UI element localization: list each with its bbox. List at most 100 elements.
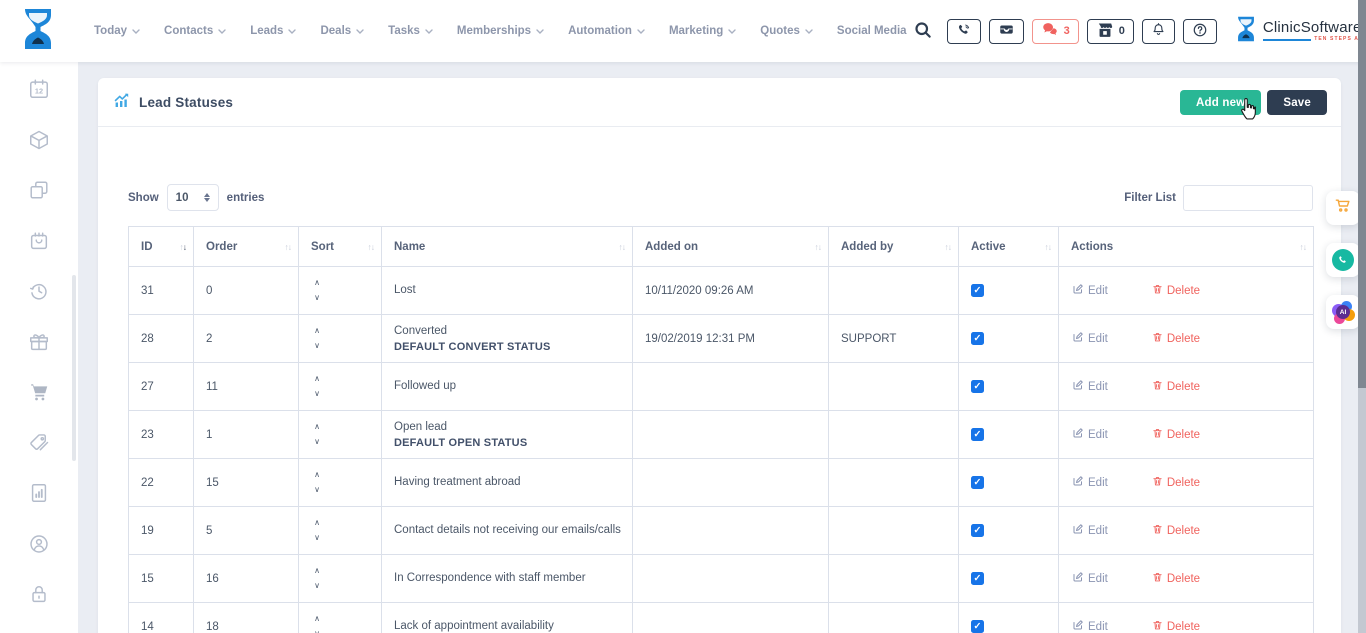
package-icon[interactable] [28, 129, 50, 151]
app-logo[interactable] [20, 8, 56, 54]
column-header[interactable]: Name ↑↓ [382, 227, 633, 267]
window-scrollbar[interactable] [1358, 0, 1366, 633]
column-header[interactable]: ID ↑↓ [129, 227, 194, 267]
cell-added-by [829, 267, 959, 315]
window-scrollbar-thumb[interactable] [1358, 0, 1366, 388]
column-header[interactable]: Sort ↑↓ [299, 227, 382, 267]
add-new-button[interactable]: Add new [1180, 90, 1261, 115]
move-up-button[interactable]: ∧ [311, 423, 323, 431]
floating-phone-button[interactable] [1326, 243, 1360, 277]
move-up-button[interactable]: ∧ [311, 519, 323, 527]
floating-ai-assistant-button[interactable]: AI [1326, 295, 1360, 329]
active-checkbox[interactable] [971, 572, 984, 585]
column-header[interactable]: Actions ↑↓ [1059, 227, 1314, 267]
delete-button[interactable]: Delete [1152, 427, 1200, 442]
move-up-button[interactable]: ∧ [311, 615, 323, 623]
cell-order: 11 [194, 363, 299, 411]
lead-statuses-card: Lead Statuses Add new Save Show 10 entri… [98, 78, 1341, 633]
nav-item[interactable]: Memberships [457, 25, 544, 37]
help-button[interactable] [1183, 19, 1217, 44]
move-down-button[interactable]: ∨ [311, 342, 323, 350]
cell-name: Lack of appointment availability [382, 603, 633, 633]
edit-button[interactable]: Edit [1072, 427, 1108, 442]
pages-icon[interactable] [28, 179, 50, 201]
nav-item[interactable]: Tasks [388, 25, 433, 37]
column-header[interactable]: Added on ↑↓ [633, 227, 829, 267]
delete-button[interactable]: Delete [1152, 619, 1200, 633]
edit-button[interactable]: Edit [1072, 619, 1108, 633]
move-down-button[interactable]: ∨ [311, 582, 323, 590]
filter-list-input[interactable] [1183, 185, 1313, 211]
active-checkbox[interactable] [971, 524, 984, 537]
edit-button[interactable]: Edit [1072, 523, 1108, 538]
lock-icon[interactable] [28, 583, 50, 605]
gift-icon[interactable] [28, 331, 50, 353]
active-checkbox[interactable] [971, 332, 984, 345]
edit-button[interactable]: Edit [1072, 571, 1108, 586]
active-checkbox[interactable] [971, 284, 984, 297]
delete-button[interactable]: Delete [1152, 331, 1200, 346]
cell-sort: ∧ ∨ [299, 363, 382, 411]
nav-item[interactable]: Social Media [837, 25, 907, 37]
edit-button[interactable]: Edit [1072, 283, 1108, 298]
brand-logo[interactable]: ClinicSoftware.com TEN STEPS AHEAD [1235, 15, 1366, 48]
move-down-button[interactable]: ∨ [311, 390, 323, 398]
active-checkbox[interactable] [971, 428, 984, 441]
cell-active [959, 315, 1059, 363]
sort-arrows-icon: ↑↓ [619, 242, 626, 252]
search-button[interactable] [907, 20, 939, 43]
delete-button[interactable]: Delete [1152, 571, 1200, 586]
column-header[interactable]: Order ↑↓ [194, 227, 299, 267]
sidebar-scrollbar-thumb[interactable] [72, 275, 76, 461]
chat-messages-button[interactable]: 3 [1032, 19, 1079, 44]
reports-icon[interactable] [28, 482, 50, 504]
store-button[interactable]: 0 [1087, 19, 1134, 44]
move-up-button[interactable]: ∧ [311, 327, 323, 335]
move-up-button[interactable]: ∧ [311, 567, 323, 575]
delete-button[interactable]: Delete [1152, 283, 1200, 298]
save-button[interactable]: Save [1267, 90, 1327, 115]
chevron-down-icon [728, 29, 736, 34]
move-down-button[interactable]: ∨ [311, 486, 323, 494]
cell-order: 18 [194, 603, 299, 633]
table-row: 14 18 ∧ ∨ Lack of appointment availabili… [129, 603, 1314, 633]
nav-item[interactable]: Leads [250, 25, 296, 37]
active-checkbox[interactable] [971, 380, 984, 393]
column-header[interactable]: Added by ↑↓ [829, 227, 959, 267]
delete-button[interactable]: Delete [1152, 523, 1200, 538]
phone-calls-button[interactable] [947, 19, 981, 44]
edit-button[interactable]: Edit [1072, 475, 1108, 490]
cart-icon[interactable] [28, 381, 50, 403]
floating-cart-button[interactable] [1326, 191, 1360, 225]
move-up-button[interactable]: ∧ [311, 375, 323, 383]
move-down-button[interactable]: ∨ [311, 294, 323, 302]
notifications-button[interactable] [1142, 19, 1175, 44]
calendar-icon[interactable]: 12 [28, 78, 50, 100]
tags-icon[interactable] [28, 432, 50, 454]
cell-order: 15 [194, 459, 299, 507]
nav-item[interactable]: Today [94, 25, 140, 37]
clients-icon[interactable] [28, 533, 50, 555]
nav-item[interactable]: Contacts [164, 25, 226, 37]
edit-button[interactable]: Edit [1072, 331, 1108, 346]
inbox-button[interactable] [989, 19, 1024, 44]
nav-item[interactable]: Deals [320, 25, 364, 37]
move-down-button[interactable]: ∨ [311, 534, 323, 542]
active-checkbox[interactable] [971, 476, 984, 489]
move-up-button[interactable]: ∧ [311, 471, 323, 479]
nav-item[interactable]: Quotes [760, 25, 813, 37]
bookings-icon[interactable] [28, 230, 50, 252]
edit-button[interactable]: Edit [1072, 379, 1108, 394]
delete-button[interactable]: Delete [1152, 475, 1200, 490]
nav-item[interactable]: Marketing [669, 25, 736, 37]
cell-id: 28 [129, 315, 194, 363]
active-checkbox[interactable] [971, 620, 984, 633]
history-icon[interactable] [28, 280, 50, 302]
move-down-button[interactable]: ∨ [311, 438, 323, 446]
column-header[interactable]: Active ↑↓ [959, 227, 1059, 267]
nav-item[interactable]: Automation [568, 25, 645, 37]
move-up-button[interactable]: ∧ [311, 279, 323, 287]
page-size-select[interactable]: 10 [167, 184, 219, 211]
cell-active [959, 363, 1059, 411]
delete-button[interactable]: Delete [1152, 379, 1200, 394]
